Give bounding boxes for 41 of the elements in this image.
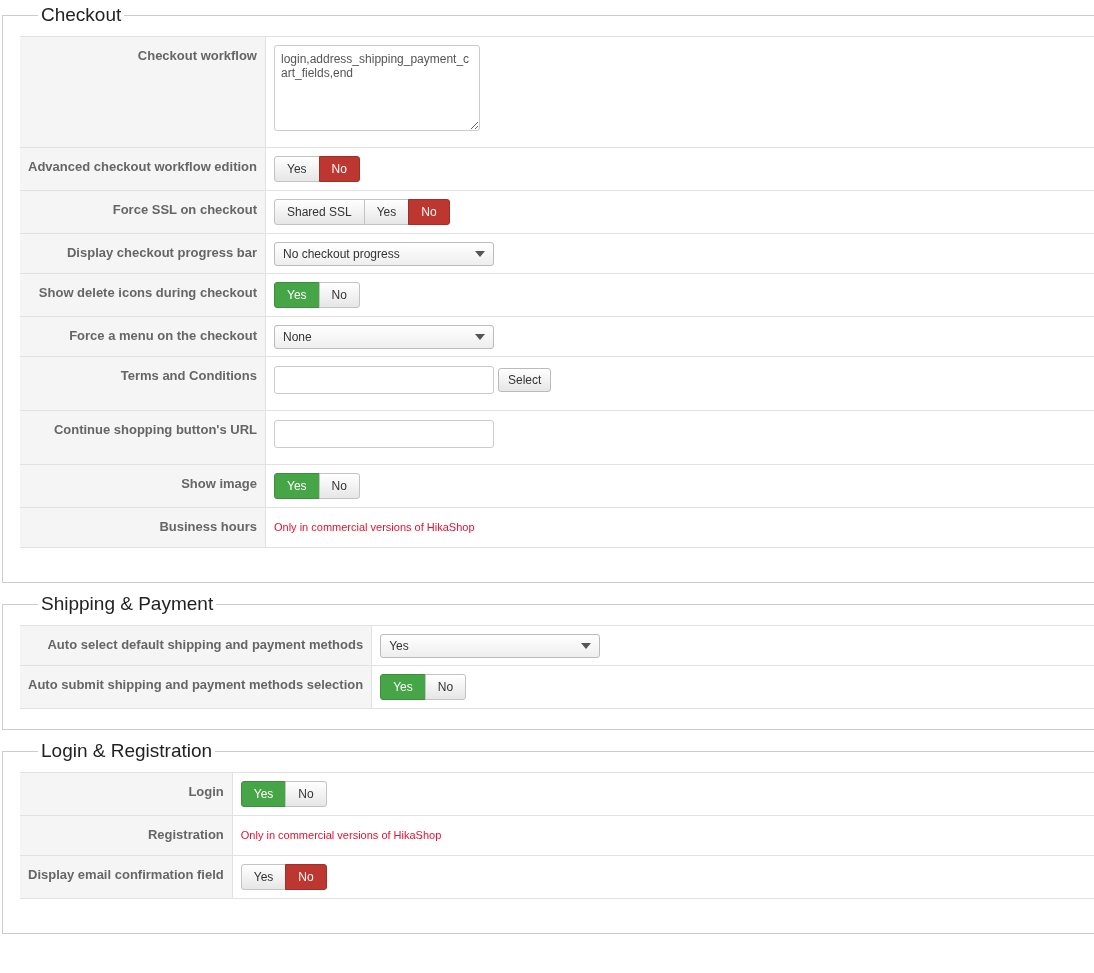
field-label: Show delete icons during checkout — [20, 273, 266, 317]
toggle-option[interactable]: Yes — [363, 199, 410, 225]
caret-icon — [581, 643, 592, 649]
field-label: Auto submit shipping and payment methods selection — [20, 665, 372, 709]
textarea-field[interactable]: login,address_shipping_payment_cart_fields,end — [274, 45, 480, 131]
toggle-option[interactable]: Shared SSL — [274, 199, 365, 225]
section-title: Shipping & Payment — [40, 593, 215, 615]
dropdown[interactable]: No checkout progress — [274, 242, 494, 266]
field-label: Login — [20, 772, 233, 816]
notice-text: Only in commercial versions of HikaShop — [240, 828, 442, 841]
dropdown[interactable]: None — [274, 325, 494, 349]
toggle-option[interactable]: No — [285, 781, 327, 807]
toggle-option[interactable]: No — [285, 864, 327, 890]
toggle-option[interactable]: No — [318, 282, 360, 308]
field-label: Auto select default shipping and payment methods — [20, 625, 372, 666]
caret-icon — [475, 334, 485, 340]
toggle-option[interactable]: Yes — [240, 864, 287, 890]
text-field[interactable] — [274, 366, 494, 394]
toggle-option[interactable]: Yes — [274, 156, 320, 182]
field-label: Advanced checkout workflow edition — [20, 147, 266, 191]
field-label: Force SSL on checkout — [20, 190, 266, 234]
field-label: Continue shopping button's URL — [20, 410, 266, 465]
field-label: Business hours — [20, 507, 266, 548]
toggle-option[interactable]: No — [318, 156, 360, 182]
field-label: Force a menu on the checkout — [20, 316, 266, 357]
caret-icon — [475, 251, 485, 257]
dropdown[interactable]: Yes — [380, 634, 601, 658]
field-label: Show image — [20, 464, 266, 508]
section-title: Checkout — [40, 4, 123, 26]
text-field[interactable] — [274, 420, 494, 448]
toggle-option[interactable]: No — [318, 473, 360, 499]
notice-text: Only in commercial versions of HikaShop — [274, 520, 475, 533]
field-label: Checkout workflow — [20, 36, 266, 148]
section-title: Login & Registration — [40, 740, 214, 762]
toggle-option[interactable]: No — [408, 199, 450, 225]
field-label: Registration — [20, 815, 233, 856]
field-label: Display email confirmation field — [20, 855, 233, 899]
select-button[interactable]: Select — [498, 368, 552, 392]
field-label: Terms and Conditions — [20, 356, 266, 411]
field-label: Display checkout progress bar — [20, 233, 266, 274]
toggle-option[interactable]: No — [424, 674, 467, 700]
